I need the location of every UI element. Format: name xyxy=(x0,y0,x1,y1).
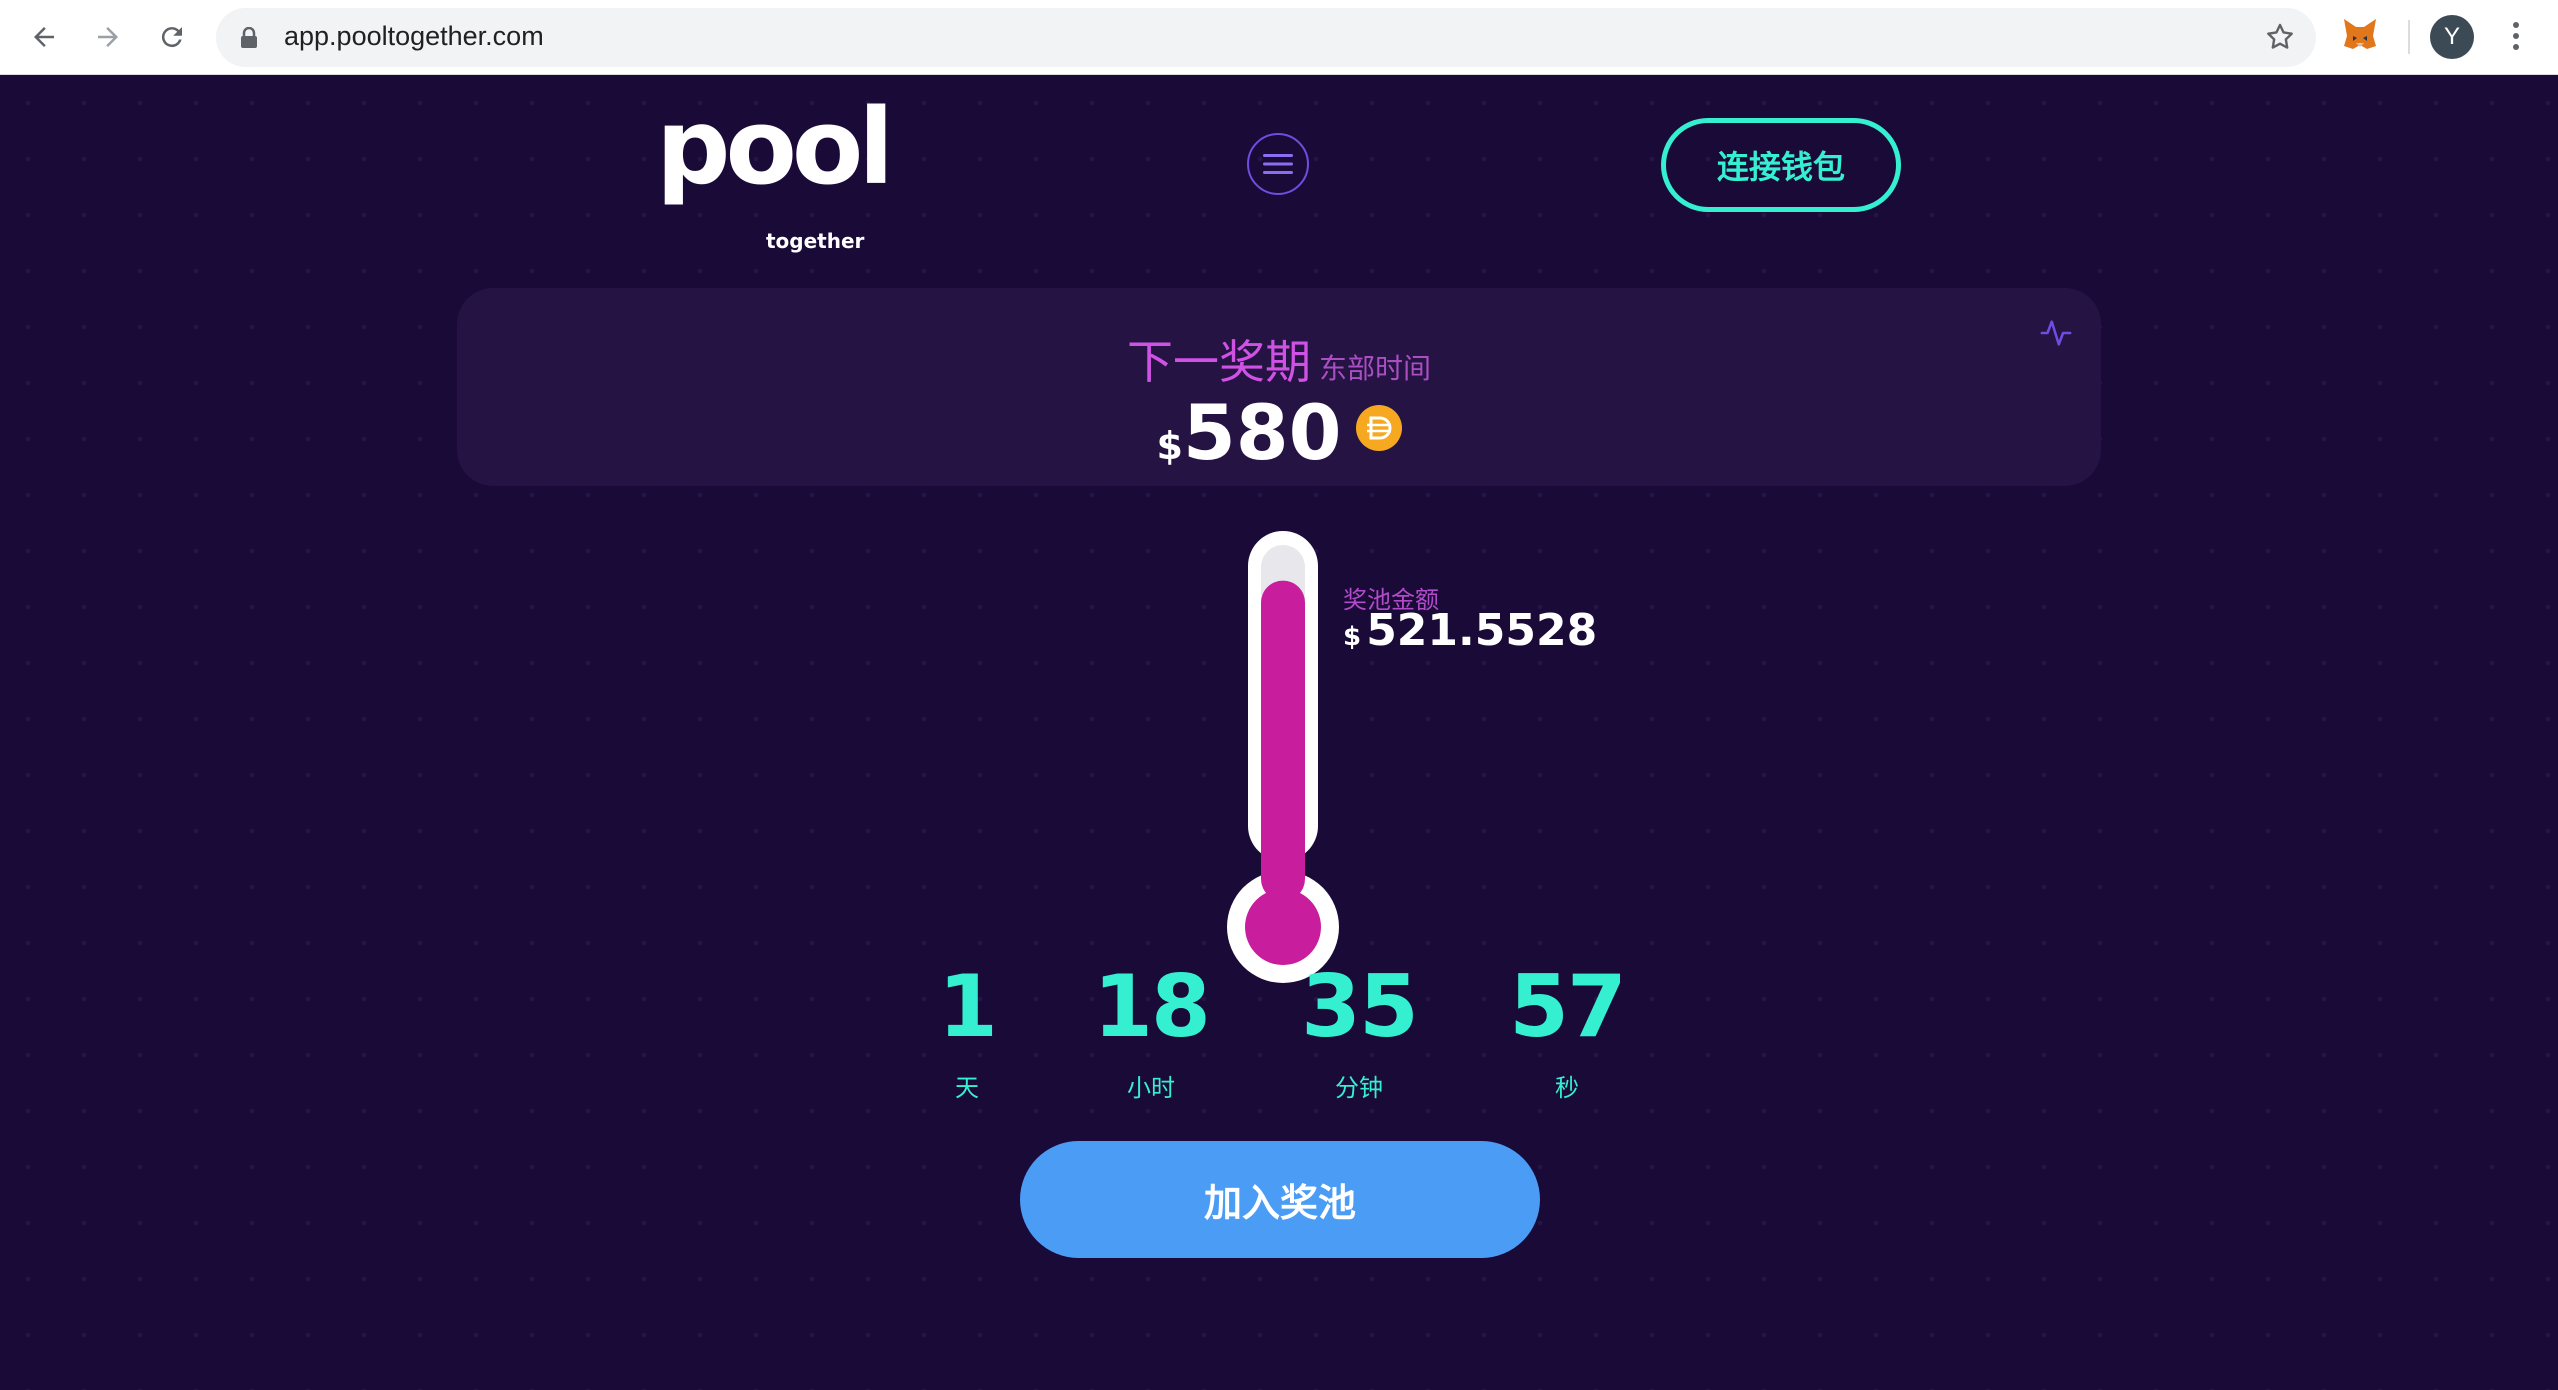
reload-button[interactable] xyxy=(152,17,192,57)
metamask-fox-icon[interactable] xyxy=(2340,14,2380,54)
connect-wallet-button[interactable]: 连接钱包 xyxy=(1661,118,1901,212)
prize-amount: 580 xyxy=(1182,388,1342,477)
prize-card: 下一奖期 东部时间 $580 xyxy=(457,288,2101,486)
dai-icon xyxy=(1355,405,1402,451)
toolbar-divider xyxy=(2408,20,2410,54)
reload-icon xyxy=(161,27,182,48)
pool-currency: $ xyxy=(1343,622,1362,652)
back-button[interactable] xyxy=(24,17,64,57)
pool-thermometer xyxy=(1227,531,1339,983)
hamburger-icon xyxy=(1263,154,1293,174)
countdown-seconds-label: 秒 xyxy=(1555,1074,1579,1102)
lock-icon xyxy=(241,27,257,48)
join-pool-button[interactable]: 加入奖池 xyxy=(1020,1141,1540,1258)
profile-avatar[interactable]: Y xyxy=(2430,15,2474,59)
url-text: app.pooltogether.com xyxy=(284,21,544,51)
address-bar[interactable]: app.pooltogether.com xyxy=(216,8,2316,67)
activity-chart-icon[interactable] xyxy=(2039,316,2073,350)
countdown-days-label: 天 xyxy=(955,1074,979,1102)
browser-toolbar: app.pooltogether.com Y xyxy=(0,0,2558,75)
prize-title: 下一奖期 xyxy=(1126,335,1311,389)
forward-button[interactable] xyxy=(88,17,128,57)
forward-arrow-icon xyxy=(98,27,118,47)
browser-menu-icon[interactable] xyxy=(2506,17,2526,57)
bookmark-star-icon[interactable] xyxy=(2264,21,2296,53)
countdown-seconds-value: 57 xyxy=(1509,957,1627,1057)
countdown-days-value: 1 xyxy=(938,957,998,1057)
prize-currency: $ xyxy=(1156,424,1183,468)
logo-word: pool xyxy=(656,86,894,208)
pool-amount-value: 521.5528 xyxy=(1366,605,1598,656)
countdown-hours-value: 18 xyxy=(1093,957,1211,1057)
countdown-hours-label: 小时 xyxy=(1127,1074,1175,1102)
prize-timezone: 东部时间 xyxy=(1318,352,1431,385)
logo-sub: together xyxy=(766,229,865,253)
back-arrow-icon xyxy=(34,27,54,47)
countdown-minutes-label: 分钟 xyxy=(1335,1074,1383,1102)
pooltogether-logo[interactable]: pool together xyxy=(656,95,894,253)
countdown-minutes-value: 35 xyxy=(1301,957,1419,1057)
menu-button[interactable] xyxy=(1247,133,1309,195)
app-page: pool together 连接钱包 下一奖期 东部时间 $580 奖池金额 $… xyxy=(0,75,2558,1390)
